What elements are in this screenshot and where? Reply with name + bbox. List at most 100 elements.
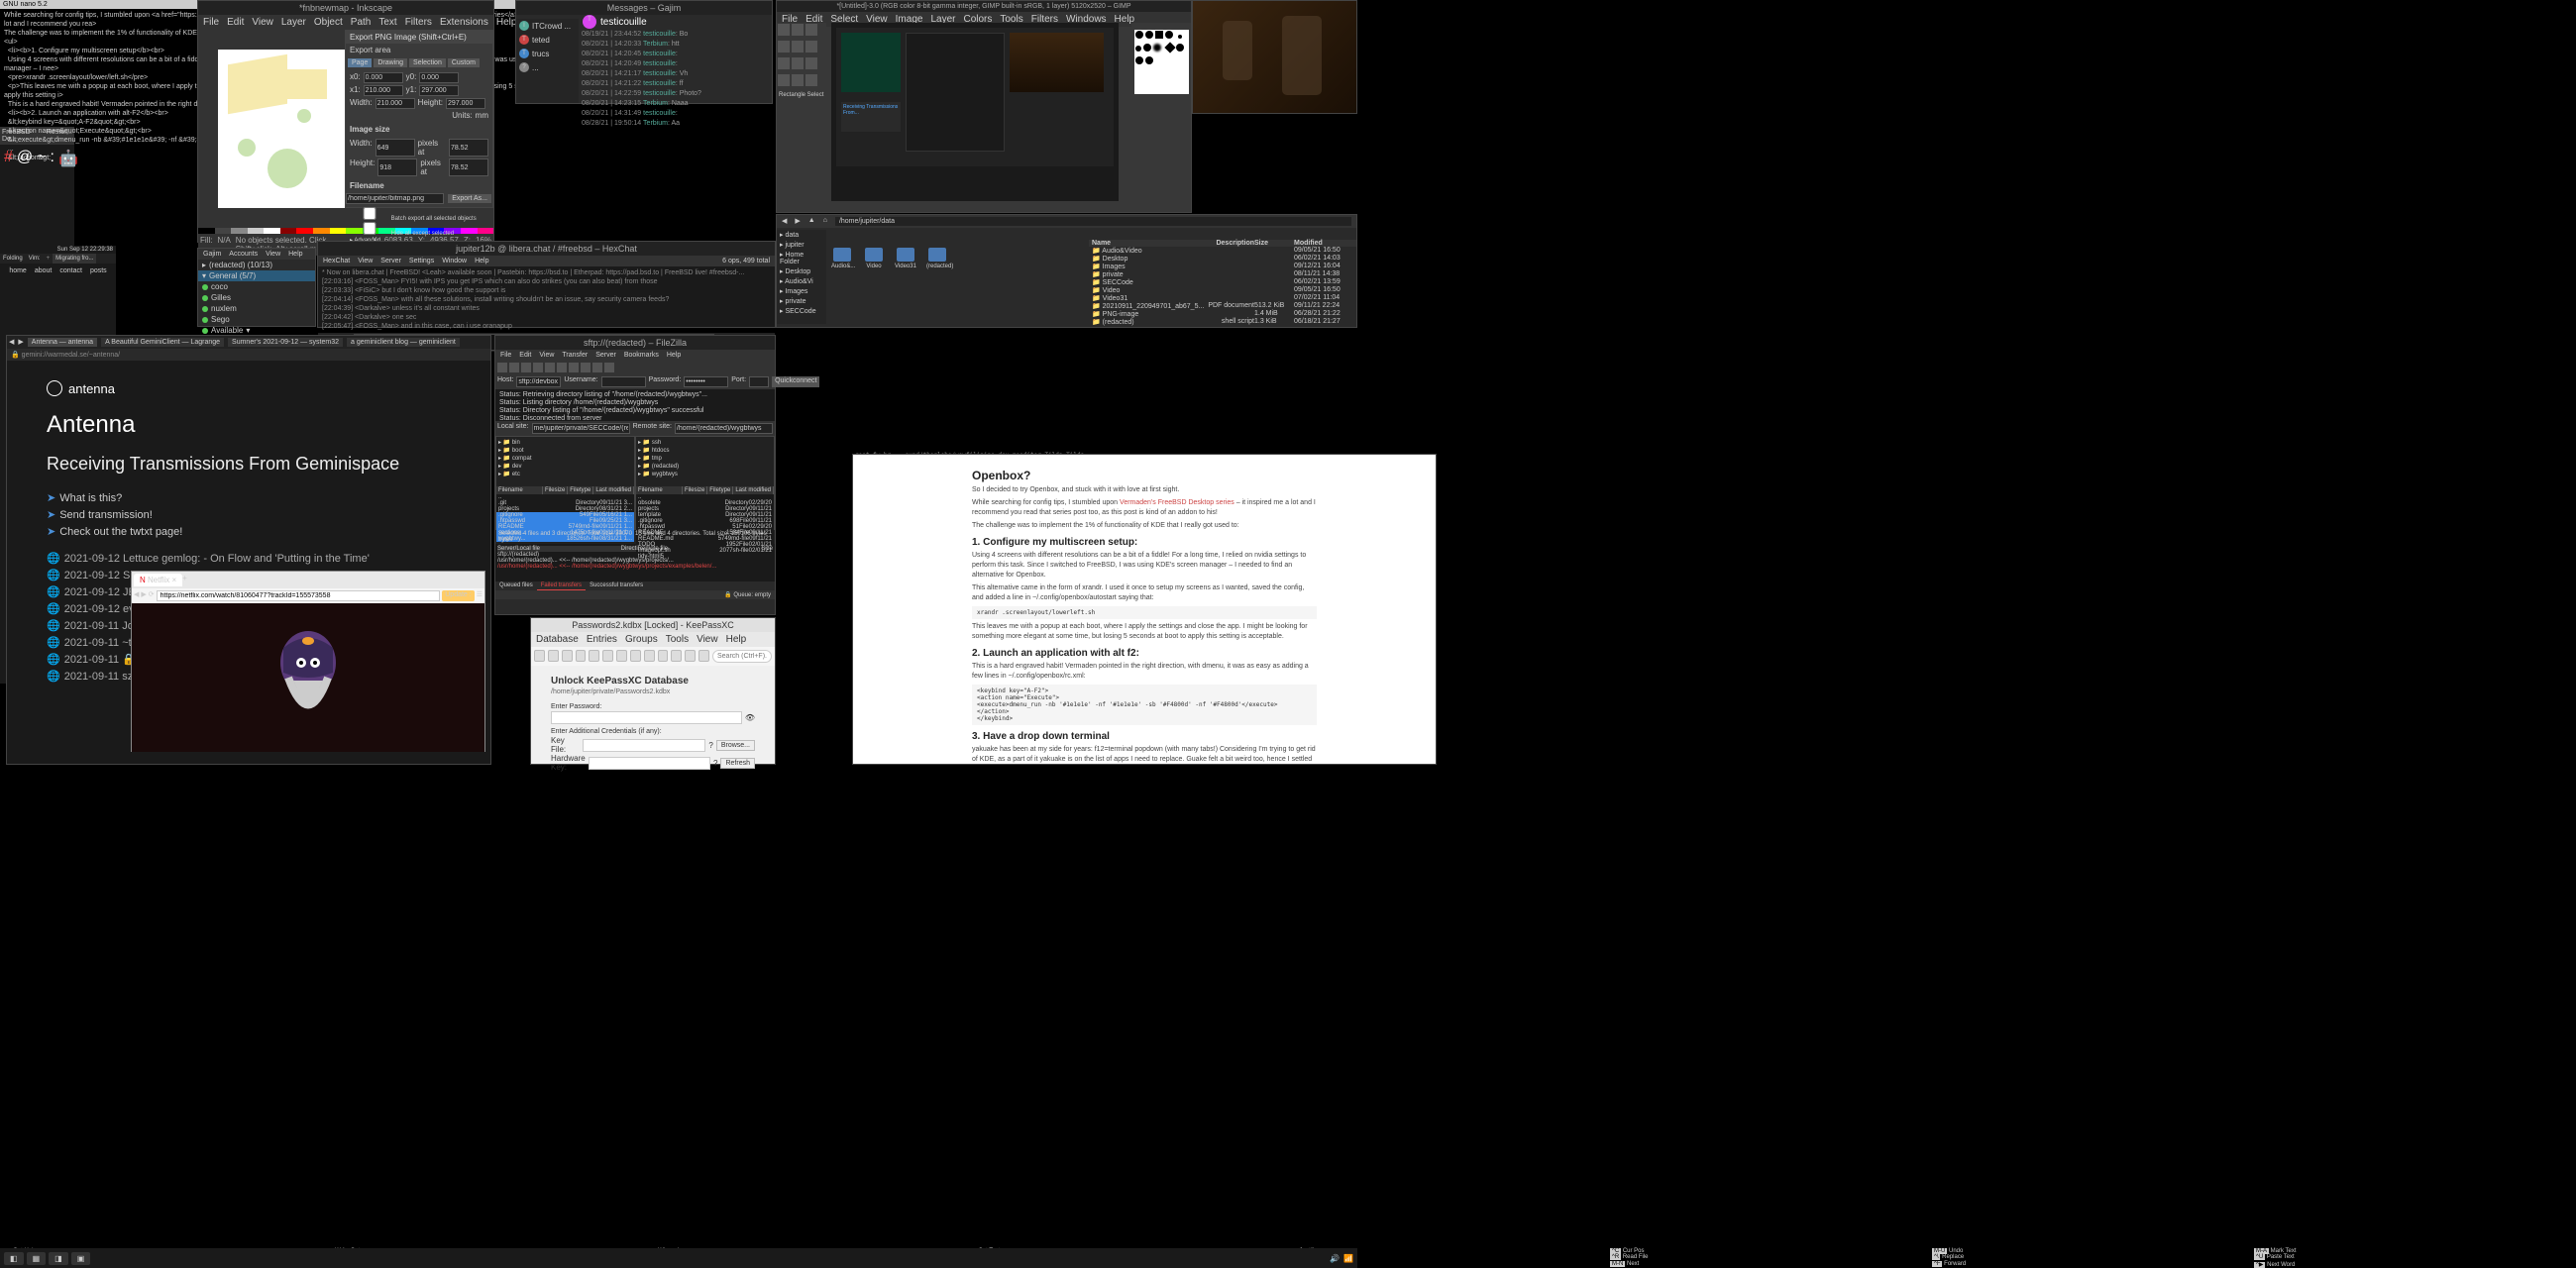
hwkey-input[interactable] [589,757,710,770]
site-nav[interactable]: home about contact posts [0,264,116,278]
nav-fwd-icon[interactable]: ▶ [18,338,23,347]
width-input[interactable] [376,98,415,109]
remote-tree[interactable]: ▸ 📁 ssh▸ 📁 htdocs▸ 📁 tmp▸ 📁 (redacted)▸ … [636,437,774,486]
table-row[interactable]: 📁 20210911_220949701_ab67_5...PDF docume… [1089,302,1356,310]
nav-contact[interactable]: contact [59,267,82,274]
nav-home[interactable]: home [9,267,27,274]
reload-icon[interactable]: ⟳ [149,590,155,601]
gimp-canvas[interactable]: Receiving Transmissions From... [831,23,1119,201]
fm-sidebar[interactable]: ▸ data▸ jupiter▸ Home Folder▸ Desktop▸ A… [777,230,826,324]
fm-toolbar[interactable]: ◀ ▶ ▲ ⌂ /home/jupiter/data [777,215,1356,228]
hide-checkbox[interactable] [350,222,389,235]
table-row[interactable]: 📁 Video3107/02/21 11:04 [1089,294,1356,302]
tool-icon[interactable] [778,24,790,36]
contact-item[interactable]: IITCrowd ... [516,19,579,33]
tab-active[interactable]: Antenna — antenna [28,338,97,347]
menu-extensions[interactable]: Extensions [440,17,488,28]
eye-icon[interactable]: 👁 [745,713,755,722]
table-row[interactable]: 📁 PNG-image1.4 MiB06/28/21 21:22 [1089,310,1356,318]
update-button[interactable]: Update : [442,590,474,601]
table-row[interactable]: 📁 private08/11/21 14:38 [1089,270,1356,278]
contact-row[interactable]: nuxlem [198,303,315,314]
y1-input[interactable] [419,85,459,96]
sidebar-tabs[interactable]: Folding Vim: + Migrating fro... [0,254,116,264]
address-bar[interactable]: 🔒 gemini://warmedal.se/~antenna/ [7,349,490,361]
gimp-toolbox[interactable]: Rectangle Select [777,23,826,201]
tab-queued[interactable]: Queued files [495,581,537,590]
menu-icon[interactable]: ☰ [477,590,483,601]
img-height-input[interactable] [377,158,417,176]
group-row[interactable]: ▾ General (5/7) [198,270,315,281]
home-icon[interactable]: ⌂ [823,217,827,226]
menu-file[interactable]: File [203,17,219,28]
tab[interactable]: Sumner's 2021-09-12 — system32 [228,338,343,347]
refresh-button[interactable]: Refresh [720,758,755,769]
menu-layer[interactable]: Layer [281,17,306,28]
nav-about[interactable]: about [35,267,53,274]
contact-item[interactable]: Tteted [516,33,579,47]
video-player[interactable] [132,603,484,752]
taskbar-item[interactable]: ◨ [49,1252,68,1265]
gimp-brushes-panel[interactable] [1134,30,1189,94]
menu-path[interactable]: Path [351,17,372,28]
browse-button[interactable]: Browse... [716,740,755,751]
table-row[interactable]: 📁 Audio&Video09/05/21 16:50 [1089,247,1356,255]
contact-row[interactable]: Sego [198,314,315,325]
lagrange-tabs[interactable]: ◀ ▶ Antenna — antenna A Beautiful Gemini… [7,336,490,349]
fm-icon-view[interactable]: Audio&...VideoVideo31(redacted) [828,245,1086,299]
back-icon[interactable]: ◀ [134,590,139,601]
table-row[interactable]: 📁 Images09/12/21 16:04 [1089,263,1356,270]
tab-freebsd[interactable]: FreeBSD De... [2,129,47,143]
menu-filters[interactable]: Filters [405,17,432,28]
tab[interactable]: A Beautiful GeminiClient — Lagrange [101,338,224,347]
tab-restore[interactable]: Restor... [47,129,72,143]
height-input[interactable] [446,98,485,109]
pass-input[interactable] [684,376,728,387]
contact-row[interactable]: Gilles [198,292,315,303]
table-row[interactable]: 📁 SECCode06/02/21 13:59 [1089,278,1356,286]
menu-view[interactable]: View [252,17,273,28]
local-tree[interactable]: ▸ 📁 bin▸ 📁 boot▸ 📁 compat▸ 📁 dev▸ 📁 etc [496,437,634,486]
tab-failed[interactable]: Failed transfers [537,581,586,590]
tab-selection[interactable]: Selection [409,58,446,67]
taskbar-item[interactable]: ▣ [71,1252,91,1265]
browser-url-bar[interactable]: ◀▶⟳ Update : ☰ [132,588,484,603]
fm-details-view[interactable]: NameDescriptionSizeModified 📁 Audio&Vide… [1089,240,1356,326]
folder-item[interactable]: Video [863,248,885,296]
remote-path[interactable] [675,423,773,434]
taskbar-item[interactable]: ◧ [4,1252,24,1265]
new-tab-button[interactable]: + [182,574,187,586]
kp-toolbar[interactable] [531,647,775,666]
url-input[interactable] [157,590,441,601]
toolbar-icon[interactable] [497,363,507,372]
fz-toolbar[interactable] [495,361,775,374]
back-icon[interactable]: ◀ [782,217,787,226]
contact-item[interactable]: ?... [516,60,579,74]
batch-checkbox[interactable] [350,207,389,220]
table-row[interactable]: 📁 Video09/05/21 16:50 [1089,286,1356,294]
x0-input[interactable] [364,72,403,83]
tray-icon[interactable]: 📶 [1343,1254,1353,1263]
folder-item[interactable]: (redacted) [926,248,948,296]
menu-object[interactable]: Object [314,17,343,28]
img-width-input[interactable] [376,139,415,157]
menu-text[interactable]: Text [378,17,396,28]
vermaden-link[interactable]: Vermaden's FreeBSD Desktop series [1120,499,1234,506]
link-item[interactable]: ➤Send transmission! [47,506,451,523]
account-row[interactable]: ▸ (redacted) (10/13) [198,260,315,270]
tab[interactable]: a geminiclient blog — geminiclient [347,338,460,347]
search-input[interactable] [712,650,772,663]
keyfile-input[interactable] [583,739,705,752]
folder-item[interactable]: Audio&... [831,248,853,296]
quickconnect-button[interactable]: Quickconnect [772,376,819,387]
browser-tabs[interactable]: N Netflix × + [132,572,484,588]
fwd-icon[interactable]: ▶ [141,590,146,601]
password-input[interactable] [551,711,742,724]
link-item[interactable]: ➤Check out the twtxt page! [47,523,451,540]
kp-menubar[interactable]: DatabaseEntriesGroupsToolsViewHelp [531,632,775,647]
taskbar-item[interactable]: ▦ [27,1252,47,1265]
export-as-button[interactable]: Export As... [448,194,491,203]
link-item[interactable]: ➤What is this? [47,489,451,506]
nav-posts[interactable]: posts [90,267,107,274]
user-input[interactable] [601,376,646,387]
